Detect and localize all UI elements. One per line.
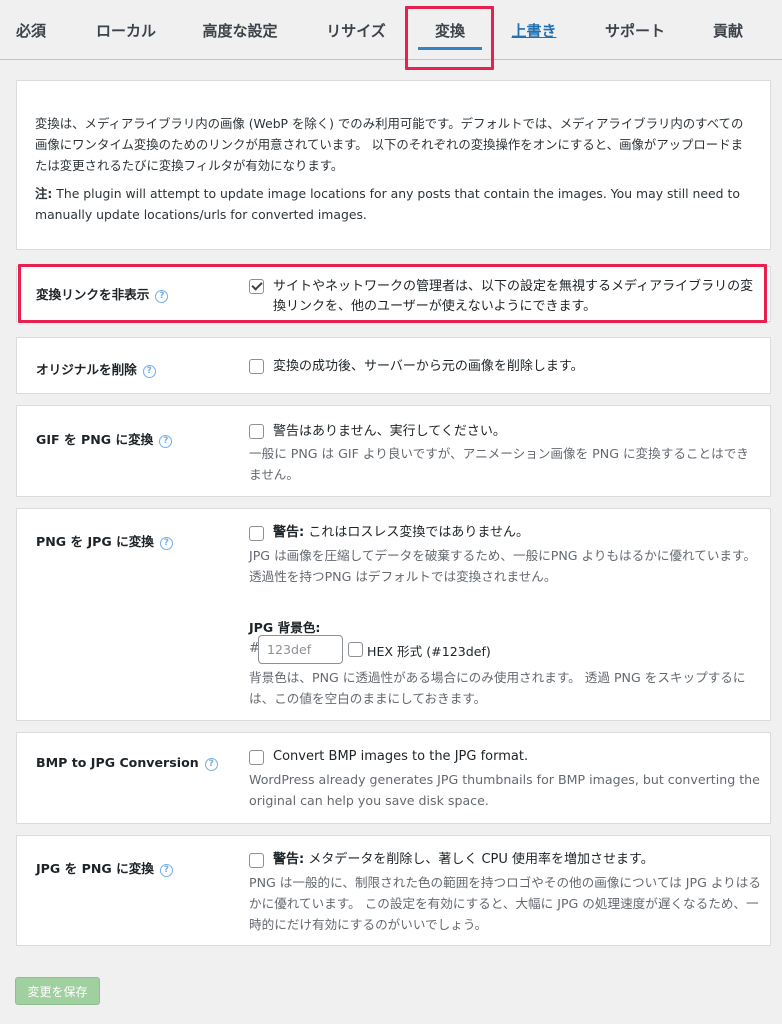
- tab-contribute[interactable]: 貢献: [698, 0, 758, 60]
- bmp-to-jpg-description: WordPress already generates JPG thumbnai…: [249, 772, 760, 808]
- help-icon[interactable]: ?: [204, 758, 218, 771]
- hex-format-swatch: [348, 642, 363, 657]
- jpg-to-png-label: JPG を PNG に変換?: [36, 858, 173, 877]
- help-icon[interactable]: ?: [159, 864, 173, 877]
- png-to-jpg-label: PNG を JPG に変換?: [36, 531, 173, 550]
- jpg-to-png-row: JPG を PNG に変換? 警告: メタデータを削除し、著しく CPU 使用率…: [16, 835, 771, 946]
- intro-text: 変換は、メディアライブラリ内の画像 (WebP を除く) でのみ利用可能です。デ…: [35, 116, 744, 173]
- settings-tabs: 必須 ローカル 高度な設定 リサイズ 変換 上書き サポート 貢献: [0, 0, 782, 60]
- delete-original-checkbox[interactable]: [249, 359, 264, 374]
- gif-to-png-description: 一般に PNG は GIF より良いですが、アニメーション画像を PNG に変換…: [249, 446, 749, 482]
- note-text: The plugin will attempt to update image …: [35, 186, 740, 222]
- jpg-background-description: 背景色は、PNG に透過性がある場合にのみ使用されます。 透過 PNG をスキッ…: [249, 670, 746, 706]
- tab-required[interactable]: 必須: [0, 0, 62, 60]
- bmp-to-jpg-row: BMP to JPG Conversion? Convert BMP image…: [16, 732, 771, 824]
- help-icon[interactable]: ?: [159, 435, 173, 448]
- row-highlight-frame: [18, 264, 767, 323]
- tab-overrides[interactable]: 上書き: [500, 0, 568, 60]
- jpg-background-input[interactable]: [258, 635, 343, 664]
- bmp-to-jpg-checkbox[interactable]: [249, 750, 264, 765]
- intro-note: 注: The plugin will attempt to update ima…: [35, 183, 755, 225]
- tab-highlight-frame: [405, 6, 494, 70]
- png-to-jpg-row: PNG を JPG に変換? 警告: これはロスレス変換ではありません。 JPG…: [16, 508, 771, 721]
- gif-to-png-option: 警告はありません、実行してください。: [273, 424, 506, 439]
- jpg-to-png-description: PNG は一般的に、制限された色の範囲を持つロゴやその他の画像については JPG…: [249, 875, 761, 932]
- gif-to-png-row: GIF を PNG に変換? 警告はありません、実行してください。 一般に PN…: [16, 405, 771, 497]
- hex-format-label: HEX 形式 (#123def): [367, 644, 491, 659]
- png-to-jpg-checkbox[interactable]: [249, 526, 264, 541]
- warning-label: 警告:: [273, 525, 305, 540]
- jpg-to-png-checkbox[interactable]: [249, 853, 264, 868]
- bmp-to-jpg-option: Convert BMP images to the JPG format.: [273, 749, 529, 764]
- delete-original-option: 変換の成功後、サーバーから元の画像を削除します。: [273, 359, 584, 374]
- help-icon[interactable]: ?: [142, 365, 156, 378]
- intro-card: 変換は、メディアライブラリ内の画像 (WebP を除く) でのみ利用可能です。デ…: [16, 80, 771, 250]
- delete-original-label: オリジナルを削除?: [36, 359, 156, 378]
- jpg-to-png-option: 警告: メタデータを削除し、著しく CPU 使用率を増加させます。: [273, 852, 654, 867]
- save-changes-button[interactable]: 変更を保存: [15, 977, 100, 1005]
- tab-resize[interactable]: リサイズ: [313, 0, 399, 60]
- bmp-to-jpg-label: BMP to JPG Conversion?: [36, 755, 218, 771]
- delete-original-row: オリジナルを削除? 変換の成功後、サーバーから元の画像を削除します。: [16, 337, 771, 394]
- gif-to-png-label: GIF を PNG に変換?: [36, 429, 173, 448]
- help-icon[interactable]: ?: [159, 537, 173, 550]
- gif-to-png-checkbox[interactable]: [249, 424, 264, 439]
- tab-local[interactable]: ローカル: [80, 0, 172, 60]
- note-label: 注:: [35, 186, 53, 201]
- jpg-background-label: JPG 背景色:: [249, 620, 321, 635]
- png-to-jpg-description: JPG は画像を圧縮してデータを破棄するため、一般にPNG よりもはるかに優れて…: [249, 548, 756, 584]
- warning-label: 警告:: [273, 852, 305, 867]
- tab-support[interactable]: サポート: [590, 0, 680, 60]
- png-to-jpg-option: 警告: これはロスレス変換ではありません。: [273, 525, 529, 540]
- tab-advanced[interactable]: 高度な設定: [190, 0, 290, 60]
